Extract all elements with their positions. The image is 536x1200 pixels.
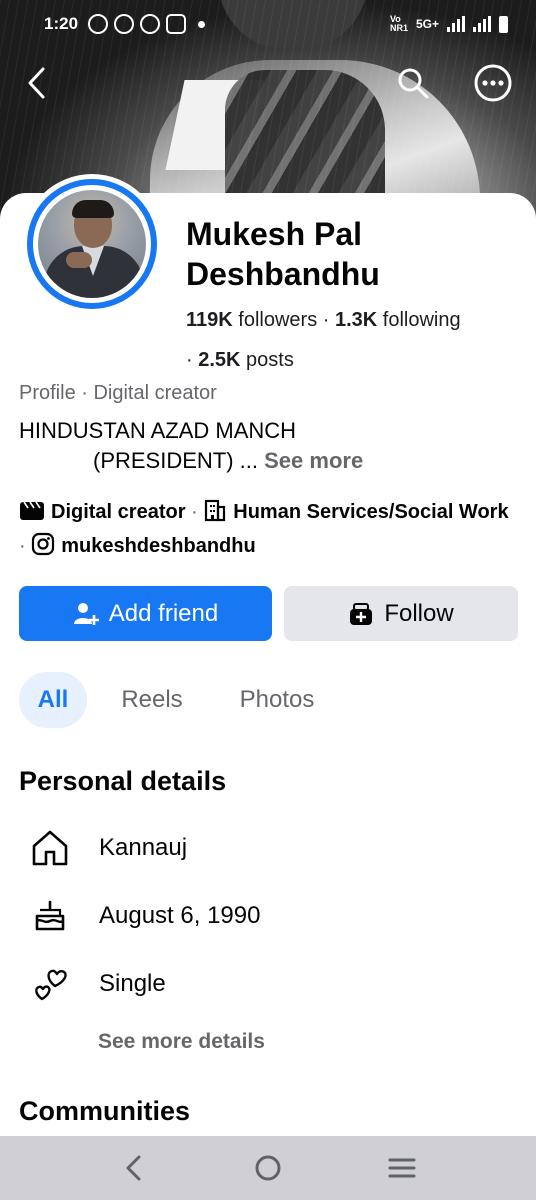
separator: · xyxy=(19,535,32,557)
avatar-photo xyxy=(38,190,146,298)
followers-count[interactable]: 119K xyxy=(186,309,233,331)
profile-bio: HINDUSTAN AZAD MANCH (PRESIDENT) ... See… xyxy=(19,416,519,476)
system-navigation-bar xyxy=(0,1136,536,1200)
nav-recents-icon xyxy=(388,1158,416,1178)
instagram-icon xyxy=(31,532,55,565)
relationship-text: Single xyxy=(99,970,166,997)
home-icon xyxy=(28,826,72,870)
bio-see-more-link[interactable]: See more xyxy=(264,448,363,473)
system-home-button[interactable] xyxy=(246,1146,290,1190)
network-type: 5G+ xyxy=(415,17,439,31)
system-back-button[interactable] xyxy=(112,1146,156,1190)
search-button[interactable] xyxy=(392,62,434,104)
back-arrow-icon xyxy=(28,67,45,99)
profile-name: Mukesh Pal Deshbandhu xyxy=(186,214,516,294)
profile-categories: Digital creator · Human Services/Social … xyxy=(19,497,519,565)
followers-label[interactable]: followers · xyxy=(233,309,335,331)
profile-name-line1: Mukesh Pal xyxy=(186,216,363,252)
following-label[interactable]: following xyxy=(377,309,461,331)
category-human-services[interactable]: Human Services/Social Work xyxy=(233,501,508,523)
follow-button[interactable]: Follow xyxy=(284,586,518,641)
add-friend-icon xyxy=(73,602,99,625)
signal-icon xyxy=(447,16,465,32)
following-count[interactable]: 1.3K xyxy=(335,309,377,331)
detail-hometown: Kannauj xyxy=(28,826,508,870)
separator: · xyxy=(185,501,204,523)
more-notifications-dot xyxy=(198,20,206,28)
follow-label: Follow xyxy=(384,599,454,627)
clapperboard-icon xyxy=(19,500,45,531)
search-icon xyxy=(398,68,429,99)
whatsapp-notification-icon xyxy=(140,14,161,34)
status-time: 1:20 xyxy=(44,14,79,33)
detail-relationship: Single xyxy=(28,962,508,1006)
add-friend-button[interactable]: Add friend xyxy=(19,586,272,641)
tab-photos[interactable]: Photos xyxy=(222,672,332,728)
profile-stats: 119K followers · 1.3K following · 2.5K p… xyxy=(186,300,516,380)
profile-name-line2: Deshbandhu xyxy=(186,256,380,292)
posts-prefix: · xyxy=(186,349,199,371)
avatar-hand xyxy=(66,252,92,268)
chat-notification-icon xyxy=(114,14,135,34)
more-options-icon xyxy=(474,64,512,102)
hometown-text: Kannauj xyxy=(99,834,188,861)
whatsapp-notification-icon xyxy=(88,14,109,34)
follow-icon xyxy=(350,602,373,625)
personal-details-title: Personal details xyxy=(19,766,227,796)
nav-home-icon xyxy=(255,1155,281,1181)
profile-type: Profile · Digital creator xyxy=(19,382,217,404)
signal-icon xyxy=(473,16,491,32)
story-ring xyxy=(27,179,157,309)
nav-back-icon xyxy=(126,1155,141,1181)
bio-line1: HINDUSTAN AZAD MANCH xyxy=(19,418,297,443)
communities-title: Communities xyxy=(19,1096,191,1126)
tab-reels[interactable]: Reels xyxy=(108,672,196,728)
system-recents-button[interactable] xyxy=(380,1146,424,1190)
category-digital-creator[interactable]: Digital creator xyxy=(51,501,185,523)
avatar-hair xyxy=(72,200,114,218)
detail-birthday: August 6, 1990 xyxy=(28,894,508,938)
app-notification-icon xyxy=(166,14,187,34)
hearts-icon xyxy=(28,962,72,1006)
profile-avatar[interactable] xyxy=(22,174,162,314)
add-friend-label: Add friend xyxy=(108,599,219,627)
posts-label: posts xyxy=(240,349,294,371)
tab-all[interactable]: All xyxy=(19,672,87,728)
instagram-handle-link[interactable]: mukeshdeshbandhu xyxy=(61,535,255,557)
volte-icon: Vo NR1 xyxy=(389,14,408,33)
battery-icon xyxy=(499,15,508,33)
building-icon xyxy=(203,498,227,531)
status-bar: 1:20 Vo NR1 5G+ xyxy=(0,0,536,48)
back-button[interactable] xyxy=(16,62,58,104)
bio-line2: (PRESIDENT) ... xyxy=(93,448,265,473)
birthday-text: August 6, 1990 xyxy=(99,902,261,929)
more-options-button[interactable] xyxy=(472,62,514,104)
see-more-details-link[interactable]: See more details xyxy=(98,1030,265,1054)
posts-count: 2.5K xyxy=(198,349,241,371)
cake-icon xyxy=(28,894,72,938)
